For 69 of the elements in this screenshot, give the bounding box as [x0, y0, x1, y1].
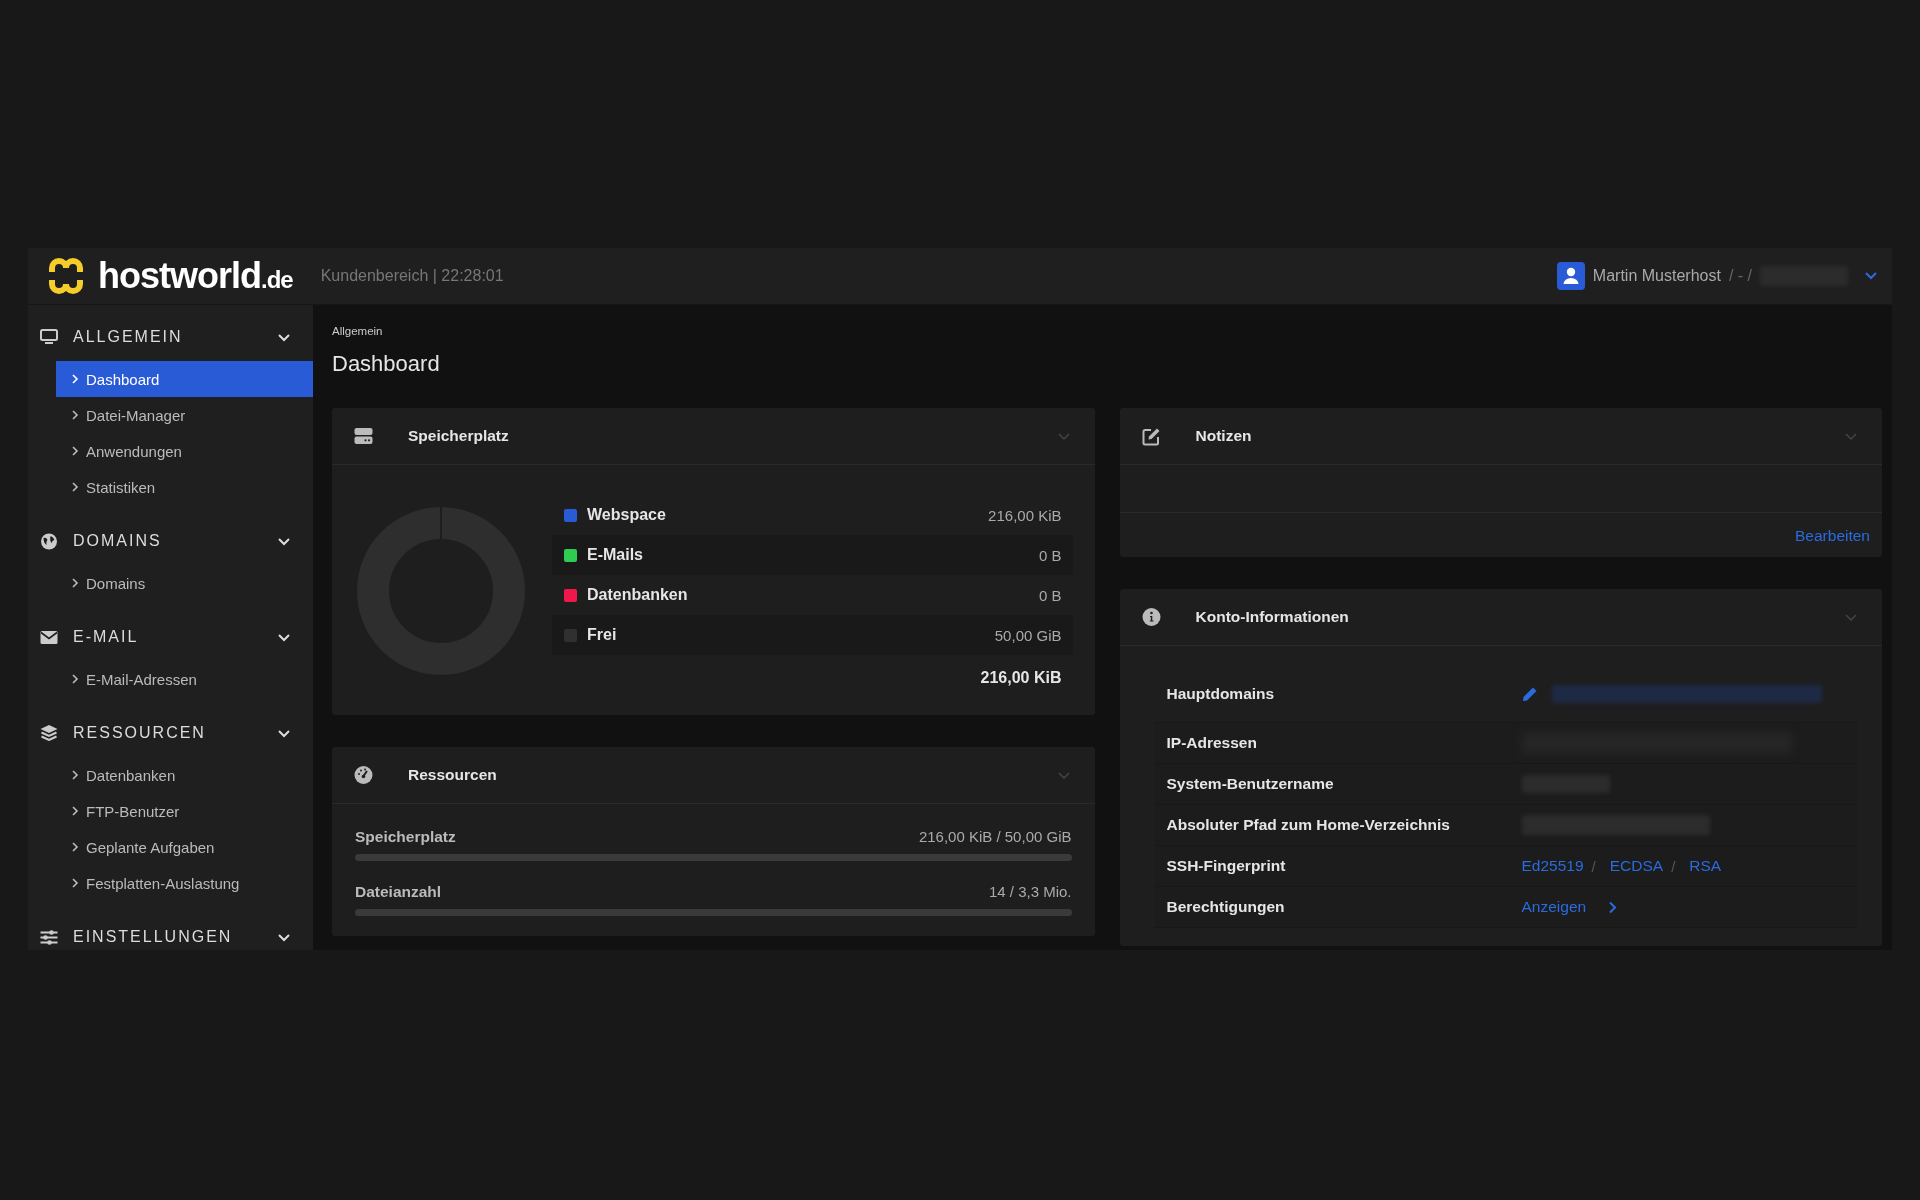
- layers-icon: [40, 725, 58, 741]
- header-subtitle: Kundenbereich | 22:28:01: [320, 267, 504, 285]
- edit-icon: [1141, 426, 1161, 446]
- legend-label: Frei: [587, 626, 617, 644]
- info-label: Hauptdomains: [1165, 685, 1276, 703]
- nav-section-header[interactable]: EINSTELLUNGEN: [28, 919, 313, 950]
- nav-section-header[interactable]: DOMAINS: [28, 523, 313, 559]
- chevron-right-icon: [71, 805, 79, 817]
- logo-icon: [46, 256, 86, 296]
- user-name[interactable]: Martin Musterhost: [1592, 267, 1721, 285]
- chevron-right-icon: [71, 373, 79, 385]
- nav-item[interactable]: E-Mail-Adressen: [56, 661, 313, 697]
- storage-total: 216,00 KiB: [980, 669, 1062, 687]
- envelope-icon: [40, 630, 58, 644]
- nav-section-header[interactable]: RESSOURCEN: [28, 715, 313, 751]
- sliders-icon: [40, 929, 58, 945]
- card-title: Notizen: [1195, 427, 1252, 445]
- card-title: Konto-Informationen: [1195, 608, 1349, 626]
- info-icon: [1141, 608, 1161, 626]
- chevron-right-icon: [71, 769, 79, 781]
- logo-text[interactable]: hostworld.de: [98, 255, 293, 297]
- card-title: Speicherplatz: [408, 427, 509, 445]
- account-path: / - /: [1728, 267, 1752, 285]
- meter-label: Dateianzahl: [355, 883, 442, 901]
- pencil-icon[interactable]: [1521, 686, 1538, 702]
- legend-label: Datenbanken: [587, 586, 688, 604]
- breadcrumb[interactable]: Allgemein: [332, 325, 1882, 337]
- gauge-icon: [354, 766, 373, 784]
- nav-item[interactable]: Geplante Aufgaben: [56, 829, 313, 865]
- chevron-right-icon: [71, 673, 79, 685]
- legend-value: 0 B: [1039, 586, 1062, 604]
- nav-item[interactable]: Dashboard: [56, 361, 313, 397]
- nav-item[interactable]: Datei-Manager: [56, 397, 313, 433]
- legend-value: 0 B: [1039, 546, 1062, 564]
- nav-item[interactable]: Festplatten-Auslastung: [56, 865, 313, 901]
- monitor-icon: [40, 329, 58, 345]
- chevron-right-icon: [71, 481, 79, 493]
- nav-item[interactable]: Anwendungen: [56, 433, 313, 469]
- legend-value: 216,00 KiB: [988, 506, 1062, 524]
- chevron-right-icon: [71, 841, 79, 853]
- user-icon: [1556, 262, 1585, 290]
- nav-item[interactable]: Statistiken: [56, 469, 313, 505]
- chevron-right-icon: [71, 445, 79, 457]
- legend-label: E-Mails: [587, 546, 643, 564]
- info-label: SSH-Fingerprint: [1165, 857, 1287, 875]
- hard-drive-icon: [354, 428, 373, 444]
- legend-value: 50,00 GiB: [994, 626, 1062, 644]
- chevron-right-icon: [71, 877, 79, 889]
- chevron-right-icon[interactable]: [1608, 900, 1618, 914]
- info-label: System-Benutzername: [1165, 775, 1335, 793]
- info-label: Absoluter Pfad zum Home-Verzeichnis: [1165, 816, 1451, 834]
- separator-slash: /: [1671, 857, 1676, 875]
- meter-reading: 216,00 KiB / 50,00 GiB: [918, 828, 1072, 846]
- nav-section-header[interactable]: ALLGEMEIN: [28, 319, 313, 355]
- nav-item[interactable]: FTP-Benutzer: [56, 793, 313, 829]
- meter-label: Speicherplatz: [355, 828, 456, 846]
- legend-label: Webspace: [587, 506, 666, 524]
- chevron-right-icon: [71, 577, 79, 589]
- globe-icon: [40, 532, 58, 550]
- separator-slash: /: [1591, 857, 1596, 875]
- info-label: Berechtigungen: [1165, 898, 1286, 916]
- nav-item[interactable]: Datenbanken: [56, 757, 313, 793]
- card-title: Ressourcen: [408, 766, 497, 784]
- info-label: IP-Adressen: [1165, 734, 1258, 752]
- chevron-right-icon: [71, 409, 79, 421]
- page-title: Dashboard: [332, 351, 441, 377]
- nav-section-header[interactable]: E-MAIL: [28, 619, 313, 655]
- meter-reading: 14 / 3,3 Mio.: [988, 883, 1072, 901]
- nav-item[interactable]: Domains: [56, 565, 313, 601]
